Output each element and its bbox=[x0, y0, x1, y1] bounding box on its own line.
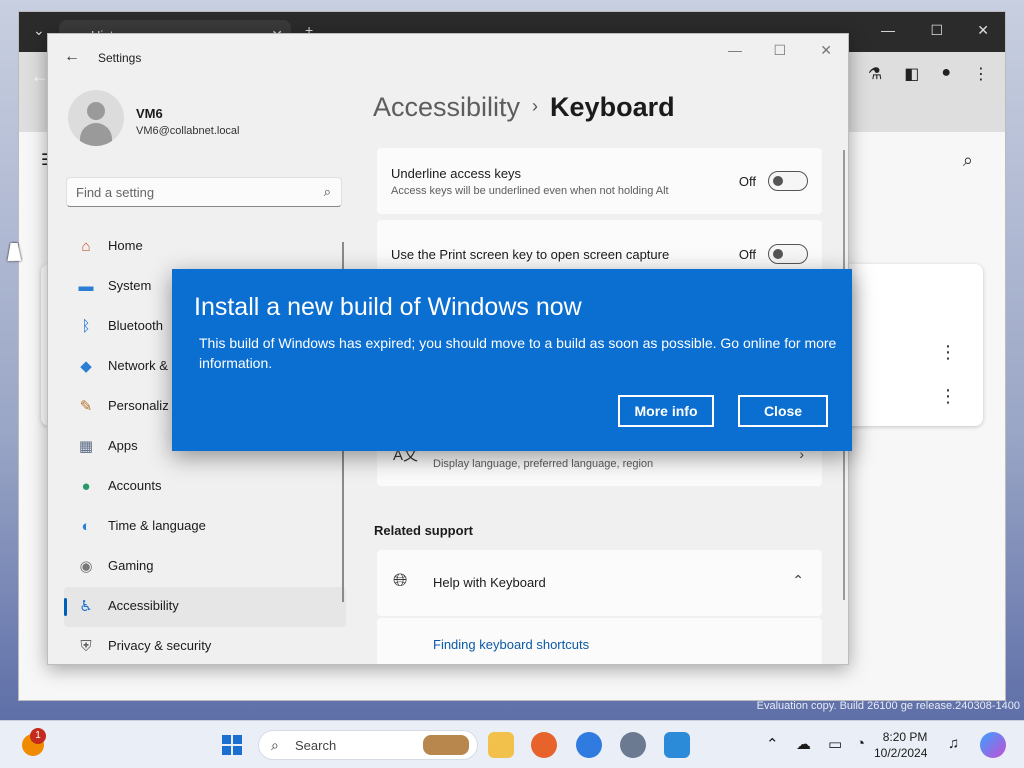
firefox-icon[interactable] bbox=[531, 732, 557, 758]
underline-access-keys-subtitle: Access keys will be underlined even when… bbox=[391, 185, 669, 197]
home-icon: ⌂ bbox=[81, 238, 91, 255]
settings-minimize-button[interactable]: — bbox=[728, 42, 742, 58]
notification-bell-icon[interactable]: ♫ bbox=[948, 735, 959, 752]
related-support-heading: Related support bbox=[374, 523, 473, 538]
underline-access-keys-toggle[interactable] bbox=[768, 171, 808, 191]
chrome-icon[interactable] bbox=[576, 732, 602, 758]
personalization-icon: ✎ bbox=[79, 398, 93, 415]
sidebar-item-label: Home bbox=[108, 238, 143, 253]
help-with-keyboard-title: Help with Keyboard bbox=[433, 575, 546, 590]
browser-maximize-button[interactable]: ☐ bbox=[930, 22, 943, 39]
more-options-icon[interactable]: ⋮ bbox=[973, 64, 989, 84]
search-highlight-image bbox=[423, 735, 469, 755]
page-title: Keyboard bbox=[550, 92, 675, 122]
sidebar-item-label: Network & bbox=[108, 358, 168, 373]
settings-app-title: Settings bbox=[98, 51, 142, 65]
file-explorer-icon[interactable] bbox=[488, 732, 514, 758]
help-with-keyboard-card[interactable]: 🌐︎ Help with Keyboard ⌃ bbox=[377, 550, 822, 616]
taskbar-search-label: Search bbox=[295, 738, 337, 753]
sidebar-item-label: Privacy & security bbox=[108, 638, 212, 653]
sidebar-item-label: Accounts bbox=[108, 478, 162, 493]
taskbar-date: 10/2/2024 bbox=[874, 746, 928, 760]
sidebar-item-label: Accessibility bbox=[108, 598, 179, 613]
settings-maximize-button[interactable]: ☐ bbox=[773, 42, 786, 59]
start-button[interactable] bbox=[222, 735, 242, 755]
breadcrumb-separator: › bbox=[532, 96, 539, 116]
apps-icon: ▦ bbox=[78, 438, 94, 455]
find-setting-placeholder: Find a setting bbox=[76, 185, 155, 200]
profile-icon[interactable]: ● bbox=[941, 64, 951, 84]
remote-desktop-icon[interactable] bbox=[664, 732, 690, 758]
dialog-title: Install a new build of Windows now bbox=[194, 293, 582, 321]
kebab-menu-icon[interactable]: ⋮ bbox=[939, 342, 957, 363]
cloud-offline-icon[interactable]: ☁ bbox=[796, 735, 811, 753]
network-status-icon[interactable]: ◔ bbox=[856, 735, 865, 752]
search-icon: ⌕ bbox=[271, 737, 279, 753]
underline-access-keys-card: Underline access keys Access keys will b… bbox=[377, 148, 822, 214]
sidebar-icon[interactable]: ◧ bbox=[904, 64, 919, 84]
bluetooth-icon: ᛒ bbox=[81, 318, 91, 335]
chevron-up-icon[interactable]: ⌃ bbox=[792, 572, 804, 589]
accessibility-icon: ♿ bbox=[79, 598, 93, 615]
toggle-state-label: Off bbox=[738, 247, 756, 262]
user-email: VM6@collabnet.local bbox=[136, 125, 240, 137]
back-arrow-icon[interactable]: ← bbox=[64, 48, 80, 66]
sidebar-item-gaming[interactable]: ◉ Gaming bbox=[64, 547, 346, 587]
chevron-up-icon[interactable]: ⌃ bbox=[766, 735, 779, 753]
breadcrumb-parent[interactable]: Accessibility bbox=[373, 92, 520, 122]
underline-access-keys-title: Underline access keys bbox=[391, 166, 522, 181]
search-icon[interactable]: ⌕ bbox=[963, 150, 973, 171]
breadcrumb: Accessibility › Keyboard bbox=[373, 92, 675, 123]
evaluation-watermark: Evaluation copy. Build 26100 ge release.… bbox=[756, 700, 1020, 712]
time-language-icon: ◐ bbox=[81, 518, 91, 535]
accounts-icon: ● bbox=[81, 478, 91, 495]
settings-close-button[interactable]: ✕ bbox=[820, 42, 832, 59]
sidebar-item-privacy-security[interactable]: ⛨ Privacy & security bbox=[64, 627, 346, 664]
system-icon: ▬ bbox=[78, 278, 94, 295]
settings-gear-icon[interactable] bbox=[620, 732, 646, 758]
dialog-body: This build of Windows has expired; you s… bbox=[199, 335, 837, 371]
network-icon: ◆ bbox=[80, 358, 92, 375]
find-setting-input[interactable]: Find a setting ⌕ bbox=[66, 177, 342, 207]
sidebar-item-time-language[interactable]: ◐ Time & language bbox=[64, 507, 346, 547]
close-button[interactable]: Close bbox=[738, 395, 828, 427]
taskbar: 1 ⌕ Search ⌃ ☁ ▭ ◔ 8:20 PM 10/2/2024 ♫ bbox=[0, 720, 1024, 768]
more-info-button[interactable]: More info bbox=[618, 395, 714, 427]
tab-menu-icon[interactable]: ⌄ bbox=[33, 22, 45, 39]
taskbar-time: 8:20 PM bbox=[882, 730, 928, 744]
copilot-icon[interactable] bbox=[980, 732, 1006, 758]
sidebar-item-label: Personaliz bbox=[108, 398, 169, 413]
sidebar-item-label: Gaming bbox=[108, 558, 154, 573]
globe-icon: 🌐︎ bbox=[393, 570, 408, 590]
print-screen-toggle[interactable] bbox=[768, 244, 808, 264]
user-name: VM6 bbox=[136, 106, 163, 121]
notification-badge: 1 bbox=[30, 728, 46, 744]
avatar[interactable] bbox=[68, 90, 124, 146]
taskbar-search[interactable]: ⌕ Search bbox=[258, 730, 478, 760]
sidebar-item-label: Apps bbox=[108, 438, 138, 453]
sidebar-item-home[interactable]: ⌂ Home bbox=[64, 227, 346, 267]
kebab-menu-icon[interactable]: ⋮ bbox=[939, 386, 957, 407]
search-icon: ⌕ bbox=[323, 184, 331, 199]
print-screen-title: Use the Print screen key to open screen … bbox=[391, 247, 670, 262]
sidebar-item-label: Bluetooth bbox=[108, 318, 163, 333]
display-icon[interactable]: ▭ bbox=[828, 735, 842, 753]
toggle-state-label: Off bbox=[738, 174, 756, 189]
labs-icon[interactable]: ⚗ bbox=[868, 64, 882, 84]
privacy-icon: ⛨ bbox=[80, 638, 92, 655]
sidebar-item-accessibility[interactable]: ♿ Accessibility bbox=[64, 587, 346, 627]
browser-close-button[interactable]: ✕ bbox=[977, 22, 989, 39]
settings-titlebar: ← Settings — ☐ ✕ bbox=[48, 34, 848, 82]
sidebar-item-label: Time & language bbox=[108, 518, 206, 533]
finding-keyboard-shortcuts-link[interactable]: Finding keyboard shortcuts bbox=[433, 637, 589, 652]
sidebar-item-accounts[interactable]: ● Accounts bbox=[64, 467, 346, 507]
sidebar-item-label: System bbox=[108, 278, 152, 293]
taskbar-clock[interactable]: 8:20 PM 10/2/2024 bbox=[874, 729, 927, 761]
gaming-icon: ◉ bbox=[79, 558, 93, 575]
browser-minimize-button[interactable]: — bbox=[881, 22, 895, 38]
language-subtitle: Display language, preferred language, re… bbox=[433, 458, 654, 470]
help-links-card: Finding keyboard shortcuts bbox=[377, 618, 822, 664]
install-build-dialog: Install a new build of Windows now This … bbox=[172, 269, 852, 451]
